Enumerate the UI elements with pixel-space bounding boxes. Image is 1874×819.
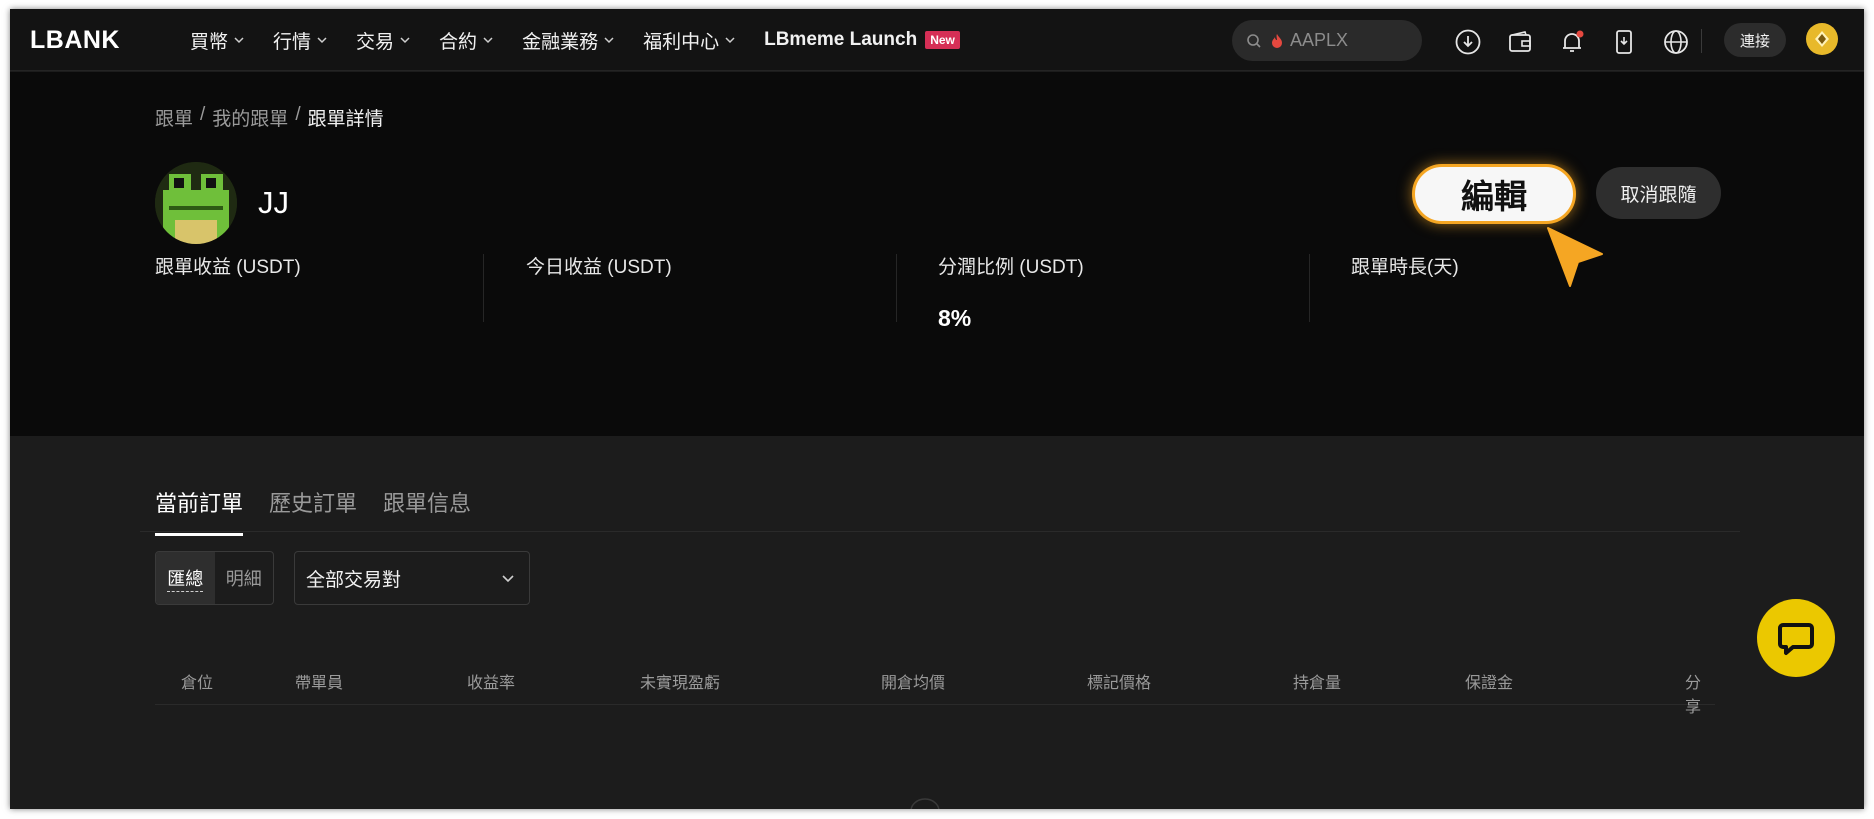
column-header: 保證金 xyxy=(1465,675,1514,692)
select-value: 全部交易對 xyxy=(306,569,402,591)
search-icon xyxy=(1247,33,1261,48)
stat-label: 跟單收益 (USDT) xyxy=(155,257,301,278)
mobile-download-icon[interactable] xyxy=(1611,29,1637,55)
stat-divider xyxy=(1309,254,1310,322)
stat-profit-share-ratio: 分潤比例 (USDT) 8% xyxy=(938,252,1084,331)
download-icon[interactable] xyxy=(1455,29,1481,55)
toggle-label: 明細 xyxy=(225,569,262,589)
wallet-icon[interactable] xyxy=(1507,29,1533,55)
search-input[interactable]: AAPLX xyxy=(1232,20,1422,61)
menu-trade[interactable]: 交易 xyxy=(356,27,411,54)
view-toggle: 匯總 明細 xyxy=(155,551,274,605)
chevron-down-icon xyxy=(234,37,244,44)
chat-bubble-icon xyxy=(1778,623,1814,655)
menu-label: 金融業務 xyxy=(522,31,599,53)
menu-label: 行情 xyxy=(273,31,312,53)
menu-rewards-center[interactable]: 福利中心 xyxy=(643,27,736,54)
stat-value: 8% xyxy=(938,305,972,331)
app-window: LBANK 買幣 行情 交易 合約 金融業務 福利中心 LBmeme Launc… xyxy=(10,9,1864,809)
stat-label: 跟單時長(天) xyxy=(1351,257,1459,278)
toggle-detail[interactable]: 明細 xyxy=(215,552,274,604)
chevron-down-icon xyxy=(725,37,735,44)
menu-finance[interactable]: 金融業務 xyxy=(522,27,615,54)
stat-copy-profit: 跟單收益 (USDT) xyxy=(155,252,301,324)
tab-history-orders[interactable]: 歷史訂單 xyxy=(269,486,357,536)
orders-table-header: 倉位 帶單員 收益率 未實現盈虧 開倉均價 標記價格 持倉量 保證金 分享 xyxy=(155,659,1715,716)
globe-icon[interactable] xyxy=(1663,29,1689,55)
profile-avatar xyxy=(155,162,237,244)
avatar-icon xyxy=(1815,31,1829,47)
bell-icon[interactable] xyxy=(1559,29,1585,55)
column-header: 帶單員 xyxy=(295,675,344,692)
menu-label: 福利中心 xyxy=(643,31,720,53)
breadcrumb-item-copy-trading[interactable]: 跟單 xyxy=(155,104,193,131)
column-header: 倉位 xyxy=(181,675,214,692)
chevron-down-icon xyxy=(604,37,614,44)
tab-current-orders[interactable]: 當前訂單 xyxy=(155,486,244,536)
user-avatar[interactable] xyxy=(1806,23,1838,55)
chevron-down-icon xyxy=(400,37,410,44)
chevron-down-icon xyxy=(317,37,327,44)
menu-futures[interactable]: 合約 xyxy=(439,27,494,54)
nav-divider xyxy=(1701,29,1702,53)
connect-button[interactable]: 連接 xyxy=(1724,23,1786,57)
chevron-down-icon xyxy=(483,37,493,44)
stat-divider xyxy=(483,254,484,322)
order-tabs: 當前訂單 歷史訂單 跟單信息 xyxy=(155,486,497,536)
stat-divider xyxy=(896,254,897,322)
search-placeholder: AAPLX xyxy=(1290,30,1349,50)
menu-lbmeme-launch[interactable]: LBmeme Launch New xyxy=(764,29,960,51)
main-menu: 買幣 行情 交易 合約 金融業務 福利中心 LBmeme Launch New xyxy=(190,9,988,71)
chevron-down-icon xyxy=(502,575,514,583)
lbank-logo[interactable]: LBANK xyxy=(30,26,120,55)
column-header: 分享 xyxy=(1685,675,1702,716)
menu-label: 合約 xyxy=(439,31,478,53)
column-header: 持倉量 xyxy=(1293,675,1342,692)
unfollow-button[interactable]: 取消跟隨 xyxy=(1596,167,1721,219)
stat-today-profit: 今日收益 (USDT) xyxy=(526,252,672,324)
breadcrumb-item-current: 跟單詳情 xyxy=(307,109,384,130)
profile-header: 跟單 / 我的跟單 / 跟單詳情 JJ 編輯 取消跟隨 跟單收益 (USDT) … xyxy=(10,72,1864,436)
pointer-cursor-icon xyxy=(1547,227,1603,287)
breadcrumb-separator: / xyxy=(200,104,206,125)
menu-label: 買幣 xyxy=(190,31,229,53)
column-header: 未實現盈虧 xyxy=(640,675,721,692)
menu-label: LBmeme Launch xyxy=(764,29,918,50)
menu-buy-crypto[interactable]: 買幣 xyxy=(190,27,245,54)
fire-icon xyxy=(1272,33,1282,48)
frog-avatar-icon xyxy=(155,162,237,244)
profile-name: JJ xyxy=(258,185,289,220)
stat-label: 分潤比例 (USDT) xyxy=(938,257,1084,278)
column-header: 標記價格 xyxy=(1087,675,1152,692)
top-nav: LBANK 買幣 行情 交易 合約 金融業務 福利中心 LBmeme Launc… xyxy=(10,9,1864,71)
column-header: 收益率 xyxy=(467,675,516,692)
breadcrumb: 跟單 / 我的跟單 / 跟單詳情 xyxy=(155,104,391,131)
trading-pair-select[interactable]: 全部交易對 xyxy=(294,551,530,605)
toggle-summary[interactable]: 匯總 xyxy=(156,552,215,604)
support-chat-button[interactable] xyxy=(1757,599,1835,677)
breadcrumb-separator: / xyxy=(295,104,301,125)
edit-button[interactable]: 編輯 xyxy=(1412,164,1576,224)
stat-label: 今日收益 (USDT) xyxy=(526,257,672,278)
stat-copy-duration: 跟單時長(天) xyxy=(1351,252,1459,324)
empty-state-icon xyxy=(910,798,940,809)
tab-copy-info[interactable]: 跟單信息 xyxy=(383,486,471,536)
new-badge: New xyxy=(925,31,960,49)
menu-markets[interactable]: 行情 xyxy=(273,27,328,54)
toggle-label: 匯總 xyxy=(167,565,204,592)
menu-label: 交易 xyxy=(356,31,395,53)
column-header: 開倉均價 xyxy=(881,675,946,692)
breadcrumb-item-my-copy-trading[interactable]: 我的跟單 xyxy=(212,104,288,131)
tabs-divider xyxy=(140,531,1740,532)
